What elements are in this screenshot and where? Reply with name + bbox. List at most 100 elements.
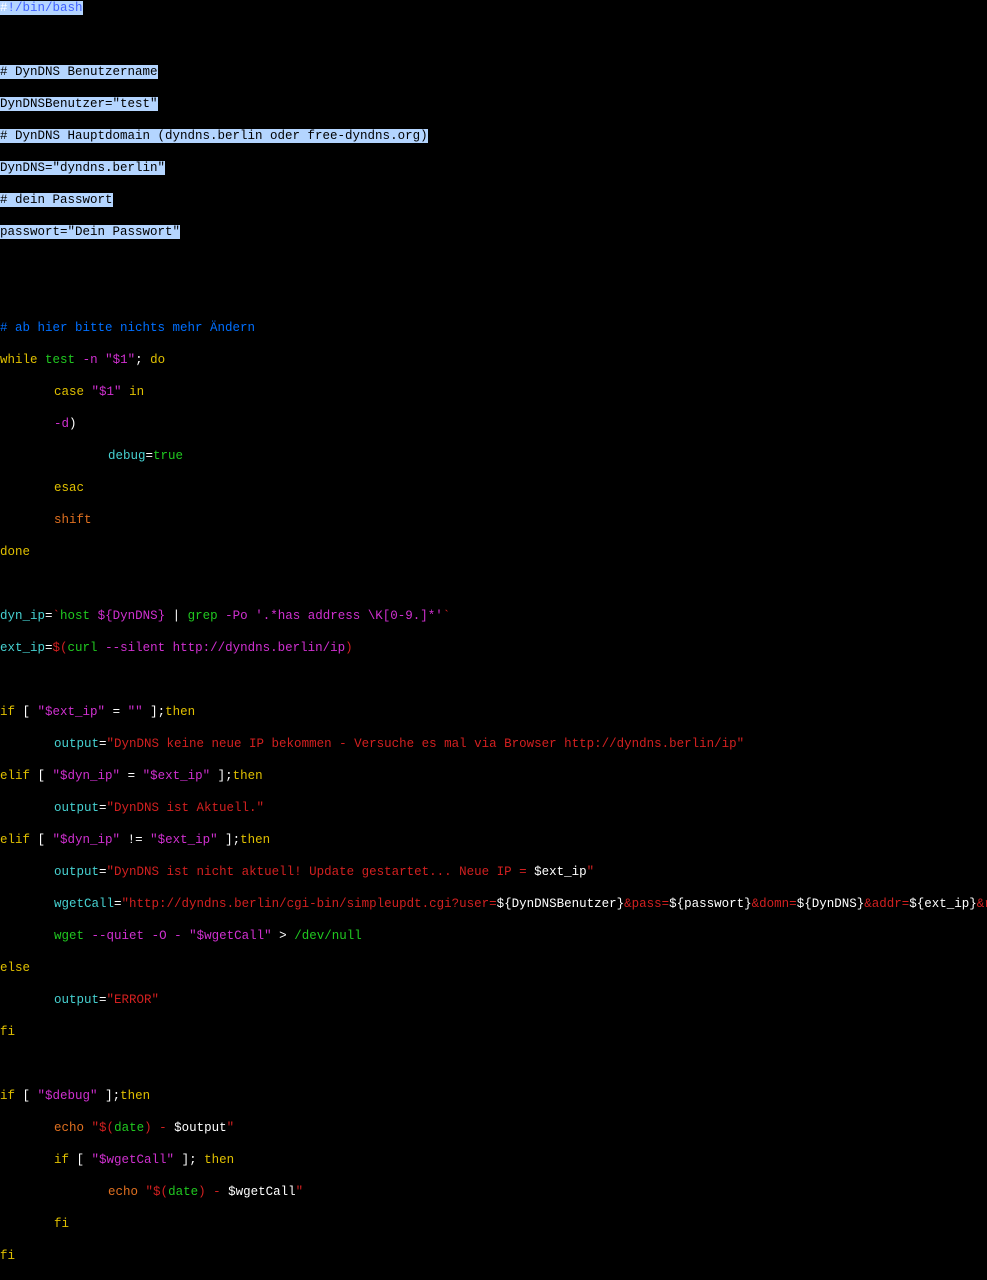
kw-then: then [240,833,270,847]
subshell-open: $( [53,641,68,655]
var-ref: ${DynDNSBenutzer} [497,897,625,911]
var-ref: ${passwort} [669,897,752,911]
bracket: [ [38,769,53,783]
val-passwort: "Dein Passwort" [68,225,181,239]
comment-domain: # DynDNS Hauptdomain (dyndns.berlin oder… [0,129,428,143]
var-ref: "$ext_ip" [150,833,218,847]
quote: " [122,897,130,911]
case-opt-d: -d [54,417,69,431]
kw-if: if [0,705,15,719]
cmd-test: test [45,353,75,367]
var-output: output [54,737,99,751]
kw-then: then [120,1089,150,1103]
code-block: #!/bin/bash # DynDNS Benutzername DynDNS… [0,0,987,1280]
subshell-close: ) [345,641,353,655]
var-extip-ref: $ext_ip [534,865,587,879]
bracket: ] [98,1089,113,1103]
var-benutzer: DynDNSBenutzer [0,97,105,111]
bracket: [ [23,705,38,719]
opt-o: -O [152,929,167,943]
assign-op: = [114,897,122,911]
shebang-hash: # [0,1,8,15]
kw-esac: esac [54,481,84,495]
pipe: | [173,609,181,623]
assign-op: = [99,993,107,1007]
semi: ; [225,769,233,783]
var-dyndns: DynDNS [0,161,45,175]
backtick: ` [443,609,451,623]
cmd-host: host [60,609,90,623]
opt-po: -Po [225,609,248,623]
empty-str: "" [128,705,143,719]
kw-then: then [165,705,195,719]
var-ref: ${DynDNS} [797,897,865,911]
kw-in: in [129,385,144,399]
sep: - [152,1121,175,1135]
semi: ; [189,1153,197,1167]
opt-silent: --silent [105,641,165,655]
case-arg: "$1" [92,385,122,399]
kw-if: if [54,1153,69,1167]
str-output2: "DynDNS ist Aktuell." [107,801,265,815]
quote: " [92,1121,100,1135]
semi: ; [135,353,143,367]
dash: - [174,929,182,943]
var-ref: ${ext_ip} [909,897,977,911]
bracket: ] [210,769,225,783]
url-part: &domn= [752,897,797,911]
cmd-date: date [114,1121,144,1135]
shebang-path: /bin/bash [15,1,83,15]
comment-stop: # ab hier bitte nichts mehr Ändern [0,321,255,335]
sep: - [206,1185,229,1199]
var-output: output [54,801,99,815]
subshell-open: $( [153,1185,168,1199]
devnull: /dev/null [294,929,362,943]
val-true: true [153,449,183,463]
cmd-curl: curl [68,641,98,655]
assign-op: = [45,161,53,175]
assign-op: = [146,449,154,463]
opt-n: -n [83,353,98,367]
semi: ; [158,705,166,719]
kw-echo: echo [54,1121,84,1135]
url-part: &addr= [864,897,909,911]
quote: " [107,865,115,879]
subshell-open: $( [99,1121,114,1135]
assign-op: = [99,865,107,879]
kw-fi: fi [54,1217,69,1231]
kw-while: while [0,353,38,367]
var-wgetcall: wgetCall [54,897,114,911]
var-ref: "$dyn_ip" [53,769,121,783]
kw-fi: fi [0,1025,15,1039]
opt-quiet: --quiet [92,929,145,943]
comment-user: # DynDNS Benutzername [0,65,158,79]
var-extip: ext_ip [0,641,45,655]
assign-op: = [45,609,53,623]
var-ref: "$ext_ip" [143,769,211,783]
var-debug: debug [108,449,146,463]
kw-then: then [204,1153,234,1167]
eq-op: = [128,769,136,783]
arg-dyndns: ${DynDNS} [98,609,166,623]
cmd-wget: wget [54,929,84,943]
arg-dollar1: "$1" [105,353,135,367]
semi: ; [233,833,241,847]
var-ref: "$wgetCall" [92,1153,175,1167]
kw-do: do [150,353,165,367]
bracket: ] [218,833,233,847]
paren: ) [69,417,77,431]
kw-elif: elif [0,833,30,847]
neq-op: != [128,833,143,847]
bracket: [ [77,1153,92,1167]
str-error: "ERROR" [107,993,160,1007]
url-part: &reqc=0 [977,897,987,911]
kw-done: done [0,545,30,559]
kw-shift: shift [54,513,92,527]
url-part: http://dyndns.berlin/cgi-bin/simpleupdt.… [129,897,497,911]
kw-then: then [233,769,263,783]
quote: " [296,1185,304,1199]
assign-op: = [60,225,68,239]
quote: " [227,1121,235,1135]
kw-elif: elif [0,769,30,783]
bracket: ] [143,705,158,719]
